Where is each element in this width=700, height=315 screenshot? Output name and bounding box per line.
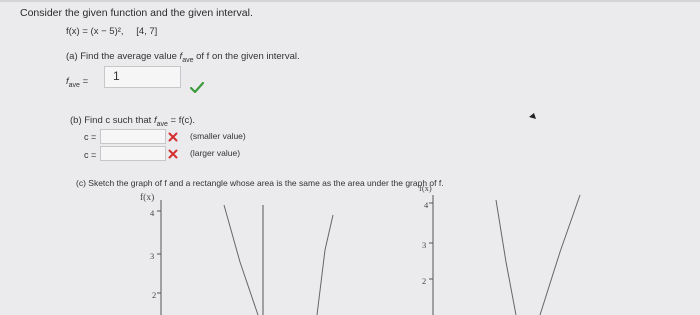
graph-2-curve-right: [539, 194, 581, 315]
graph-1: [157, 200, 334, 315]
mouse-cursor-icon: [529, 113, 536, 119]
graph-2: [429, 194, 581, 315]
graph-1-curve-right: [316, 214, 334, 315]
graph-2-curve-left: [495, 199, 517, 315]
graph-1-curve-left: [223, 204, 259, 315]
sketch-graphs: [157, 113, 581, 315]
